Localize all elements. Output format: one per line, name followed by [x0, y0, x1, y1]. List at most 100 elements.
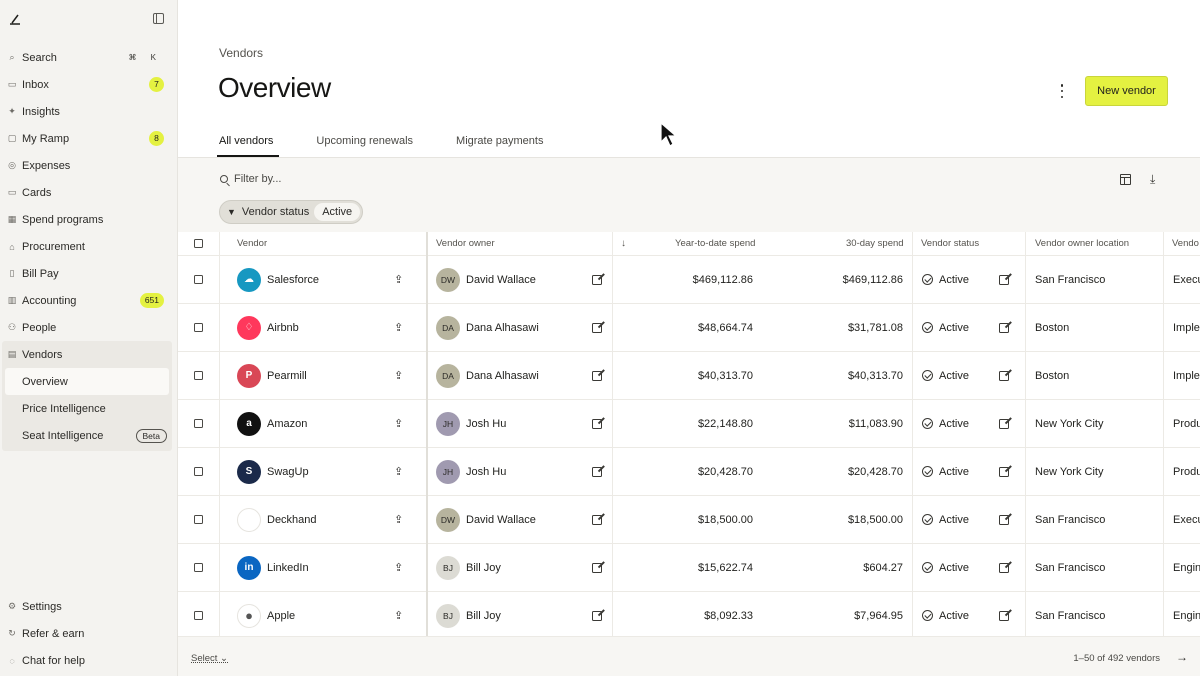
sidebar-item-chat-for-help[interactable]: ◌ Chat for help — [0, 647, 178, 674]
sidebar-item-expenses[interactable]: ◎ Expenses — [0, 152, 178, 179]
edit-icon[interactable] — [592, 610, 602, 621]
vendor-status-cell[interactable]: Active — [922, 448, 969, 495]
vendor-owner-cell[interactable]: DW David Wallace — [436, 496, 536, 543]
sidebar-subitem-price-intelligence[interactable]: Price Intelligence — [2, 395, 172, 422]
sidebar-item-bill-pay[interactable]: ▯ Bill Pay — [0, 260, 178, 287]
vendor-cell[interactable]: ♢ Airbnb — [237, 304, 299, 351]
edit-icon[interactable] — [592, 322, 602, 333]
ramp-logo-icon[interactable] — [8, 12, 22, 26]
vendor-status-cell[interactable]: Active — [922, 496, 969, 543]
edit-icon[interactable] — [592, 418, 602, 429]
table-row[interactable]: ♢ Airbnb ⇪ DA Dana Alhasawi $48,664.74 $31,781… — [178, 304, 1200, 352]
select-dropdown[interactable]: Select ⌄ — [191, 653, 228, 664]
table-row[interactable]: ● Apple ⇪ BJ Bill Joy $8,092.33 $7,964.95 Activ… — [178, 592, 1200, 640]
filter-input[interactable]: Filter by... — [220, 173, 281, 185]
row-checkbox[interactable] — [194, 515, 203, 524]
vendor-status-cell[interactable]: Active — [922, 352, 969, 399]
table-row[interactable]: ☁ Salesforce ⇪ DW David Wallace $469,112.86 $4… — [178, 256, 1200, 304]
edit-icon[interactable] — [999, 514, 1009, 525]
vendor-owner-cell[interactable]: JH Josh Hu — [436, 400, 506, 447]
vendor-owner-cell[interactable]: DW David Wallace — [436, 256, 536, 303]
vendor-status-cell[interactable]: Active — [922, 592, 969, 639]
col-vendor[interactable]: Vendor — [237, 232, 267, 255]
download-icon[interactable]: ⤓ — [1150, 172, 1155, 187]
col-vendor-extra[interactable]: Vendo — [1172, 232, 1199, 255]
upload-icon[interactable]: ⇪ — [394, 448, 403, 495]
edit-icon[interactable] — [999, 322, 1009, 333]
breadcrumb[interactable]: Vendors — [219, 46, 263, 60]
row-checkbox[interactable] — [194, 371, 203, 380]
upload-icon[interactable]: ⇪ — [394, 352, 403, 399]
col-30-day-spend[interactable]: 30-day spend — [846, 232, 904, 255]
vendor-cell[interactable]: ● Apple — [237, 592, 295, 639]
sidebar-item-refer-earn[interactable]: ↻ Refer & earn — [0, 620, 178, 647]
vendor-owner-cell[interactable]: DA Dana Alhasawi — [436, 352, 539, 399]
sidebar-item-accounting[interactable]: ▥ Accounting 651 — [0, 287, 178, 314]
edit-icon[interactable] — [592, 514, 602, 525]
col-ytd-spend[interactable]: Year-to-date spend — [675, 232, 755, 255]
edit-icon[interactable] — [999, 370, 1009, 381]
row-checkbox[interactable] — [194, 275, 203, 284]
row-checkbox[interactable] — [194, 611, 203, 620]
vendor-status-cell[interactable]: Active — [922, 400, 969, 447]
vendor-status-filter-chip[interactable]: ▼ Vendor status Active — [219, 200, 364, 224]
sidebar-item-settings[interactable]: ⚙ Settings — [0, 593, 178, 620]
collapse-sidebar-icon[interactable] — [153, 13, 164, 24]
select-all-checkbox[interactable] — [194, 239, 203, 248]
tab-upcoming-renewals[interactable]: Upcoming renewals — [316, 130, 413, 157]
vendor-cell[interactable]: P Pearmill — [237, 352, 307, 399]
vendor-owner-cell[interactable]: BJ Bill Joy — [436, 544, 501, 591]
vendor-cell[interactable]: ☁ Salesforce — [237, 256, 319, 303]
edit-icon[interactable] — [999, 562, 1009, 573]
vendor-owner-cell[interactable]: JH Josh Hu — [436, 448, 506, 495]
vendor-status-cell[interactable]: Active — [922, 544, 969, 591]
edit-icon[interactable] — [592, 466, 602, 477]
tab-migrate-payments[interactable]: Migrate payments — [456, 130, 543, 157]
vendor-cell[interactable]: in LinkedIn — [237, 544, 309, 591]
col-vendor-status[interactable]: Vendor status — [921, 232, 979, 255]
sort-desc-icon[interactable]: ↓ — [621, 232, 626, 255]
sidebar-item-inbox[interactable]: ▭ Inbox 7 — [0, 71, 178, 98]
sidebar-item-search[interactable]: ⌕ Search ⌘ K — [0, 44, 178, 71]
row-checkbox[interactable] — [194, 419, 203, 428]
upload-icon[interactable]: ⇪ — [394, 400, 403, 447]
next-page-icon[interactable]: → — [1176, 650, 1188, 664]
vendor-cell[interactable]: a Amazon — [237, 400, 307, 447]
sidebar-item-procurement[interactable]: ⌂ Procurement — [0, 233, 178, 260]
upload-icon[interactable]: ⇪ — [394, 592, 403, 639]
edit-icon[interactable] — [999, 466, 1009, 477]
upload-icon[interactable]: ⇪ — [394, 256, 403, 303]
sidebar-item-people[interactable]: ⚇ People — [0, 314, 178, 341]
table-row[interactable]: Deckhand ⇪ DW David Wallace $18,500.00 $18,50… — [178, 496, 1200, 544]
col-vendor-owner-location[interactable]: Vendor owner location — [1035, 232, 1129, 255]
sidebar-subitem-seat-intelligence[interactable]: Seat Intelligence Beta — [2, 422, 172, 449]
vendor-status-cell[interactable]: Active — [922, 256, 969, 303]
upload-icon[interactable]: ⇪ — [394, 544, 403, 591]
sidebar-item-insights[interactable]: ✦ Insights — [0, 98, 178, 125]
columns-icon[interactable] — [1120, 174, 1131, 185]
sidebar-subitem-overview[interactable]: Overview — [5, 368, 169, 395]
col-vendor-owner[interactable]: Vendor owner — [436, 232, 495, 255]
sidebar-item-spend-programs[interactable]: ▦ Spend programs — [0, 206, 178, 233]
sidebar-item-cards[interactable]: ▭ Cards — [0, 179, 178, 206]
row-checkbox[interactable] — [194, 467, 203, 476]
table-row[interactable]: P Pearmill ⇪ DA Dana Alhasawi $40,313.70 $40,3… — [178, 352, 1200, 400]
row-checkbox[interactable] — [194, 323, 203, 332]
new-vendor-button[interactable]: New vendor — [1085, 76, 1168, 106]
sidebar-item-vendors[interactable]: ▤ Vendors — [2, 341, 172, 368]
tab-all-vendors[interactable]: All vendors — [216, 130, 280, 157]
edit-icon[interactable] — [999, 274, 1009, 285]
edit-icon[interactable] — [592, 274, 602, 285]
edit-icon[interactable] — [999, 610, 1009, 621]
vendor-owner-cell[interactable]: BJ Bill Joy — [436, 592, 501, 639]
upload-icon[interactable]: ⇪ — [394, 496, 403, 543]
edit-icon[interactable] — [592, 562, 602, 573]
edit-icon[interactable] — [592, 370, 602, 381]
row-checkbox[interactable] — [194, 563, 203, 572]
more-options-icon[interactable] — [1056, 84, 1068, 98]
table-row[interactable]: in LinkedIn ⇪ BJ Bill Joy $15,622.74 $604.27 Ac… — [178, 544, 1200, 592]
table-row[interactable]: S SwagUp ⇪ JH Josh Hu $20,428.70 $20,428.70 Act… — [178, 448, 1200, 496]
vendor-status-cell[interactable]: Active — [922, 304, 969, 351]
edit-icon[interactable] — [999, 418, 1009, 429]
vendor-owner-cell[interactable]: DA Dana Alhasawi — [436, 304, 539, 351]
